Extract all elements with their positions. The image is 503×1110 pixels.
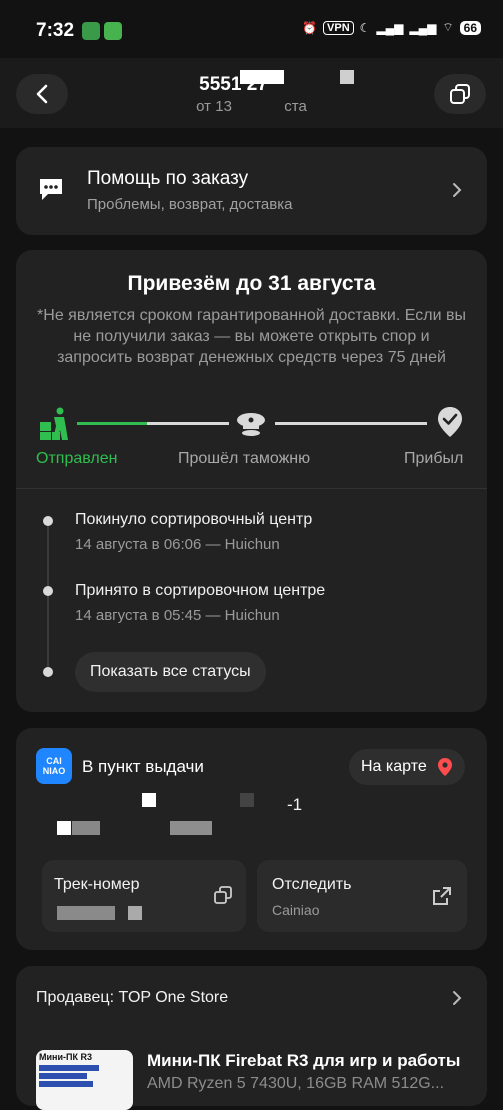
arrived-pin-icon <box>437 406 463 443</box>
cainiao-logo: CAI NIAO <box>36 748 72 784</box>
moon-icon: ☾ <box>359 20 371 35</box>
timeline-dot <box>43 667 53 677</box>
shield-app-icon <box>82 22 100 40</box>
alarm-icon: ⏰ <box>302 20 318 35</box>
chevron-right-icon[interactable] <box>452 990 462 1011</box>
divider <box>16 488 487 489</box>
track-number-label: Трек-номер <box>54 876 140 893</box>
event-subtitle: 14 августа в 05:45 — Huichun <box>75 607 280 624</box>
help-subtitle: Проблемы, возврат, доставка <box>87 196 293 213</box>
track-button-title: Отследить <box>272 876 352 893</box>
pickup-title: В пункт выдачи <box>82 757 204 776</box>
product-image[interactable]: Мини-ПК R3 <box>36 1050 133 1110</box>
redaction <box>170 821 212 835</box>
step-customs: Прошёл таможню <box>178 450 311 467</box>
on-map-button[interactable]: На карте <box>349 749 465 785</box>
copy-icon[interactable] <box>213 885 233 910</box>
redaction <box>128 906 142 920</box>
redaction <box>57 906 115 920</box>
vpn-badge: VPN <box>323 20 354 35</box>
chevron-right-icon <box>452 182 462 203</box>
order-date: от 13 ста <box>196 98 307 115</box>
step-shipped: Отправлен <box>36 450 118 467</box>
wifi-icon: ⌔ <box>442 20 454 34</box>
external-link-icon <box>432 886 452 911</box>
product-subtitle: AMD Ryzen 5 7430U, 16GB RAM 512G... <box>147 1075 445 1092</box>
copy-icon <box>450 84 470 104</box>
progress-track-2 <box>275 422 427 425</box>
event-title: Покинуло сортировочный центр <box>75 511 313 528</box>
customs-icon <box>235 410 267 441</box>
address-fragment: -1 <box>287 795 303 814</box>
product-title[interactable]: Мини-ПК Firebat R3 для игр и работы <box>147 1051 460 1071</box>
seller-label[interactable]: Продавец: TOP One Store <box>36 989 228 1007</box>
timeline-line <box>47 521 49 671</box>
timeline-dot <box>43 516 53 526</box>
lock-app-icon <box>104 22 122 40</box>
shipped-icon <box>38 406 70 445</box>
redaction <box>72 821 100 835</box>
progress-fill <box>77 422 147 425</box>
step-arrived: Прибыл <box>404 450 464 467</box>
delivery-title: Привезём до 31 августа <box>127 272 376 295</box>
track-button-subtitle: Cainiao <box>272 902 320 918</box>
redaction <box>240 70 284 84</box>
show-all-statuses-button[interactable]: Показать все статусы <box>75 652 266 692</box>
help-card[interactable] <box>16 147 487 235</box>
signal2-icon: ▂▄▆ <box>409 20 437 35</box>
event-title: Принято в сортировочном центре <box>75 582 326 599</box>
redaction <box>340 70 354 84</box>
help-title: Помощь по заказу <box>87 168 249 189</box>
status-indicators: ⏰ VPN ☾ ▂▄▆ ▂▄▆ ⌔ 66 <box>302 20 481 35</box>
delivery-note: *Не является сроком гарантированной дост… <box>37 307 466 366</box>
product-image-caption: Мини-ПК R3 <box>39 1052 92 1062</box>
redaction <box>57 821 71 835</box>
redaction <box>142 793 156 807</box>
battery-icon: 66 <box>459 20 481 35</box>
map-pin-icon <box>437 758 452 776</box>
copy-button[interactable] <box>434 74 486 114</box>
chat-icon <box>37 175 65 208</box>
timeline-dot <box>43 586 53 596</box>
signal-icon: ▂▄▆ <box>376 20 404 35</box>
redaction <box>240 793 254 807</box>
status-time: 7:32 <box>36 20 75 41</box>
event-subtitle: 14 августа в 06:06 — Huichun <box>75 536 280 553</box>
